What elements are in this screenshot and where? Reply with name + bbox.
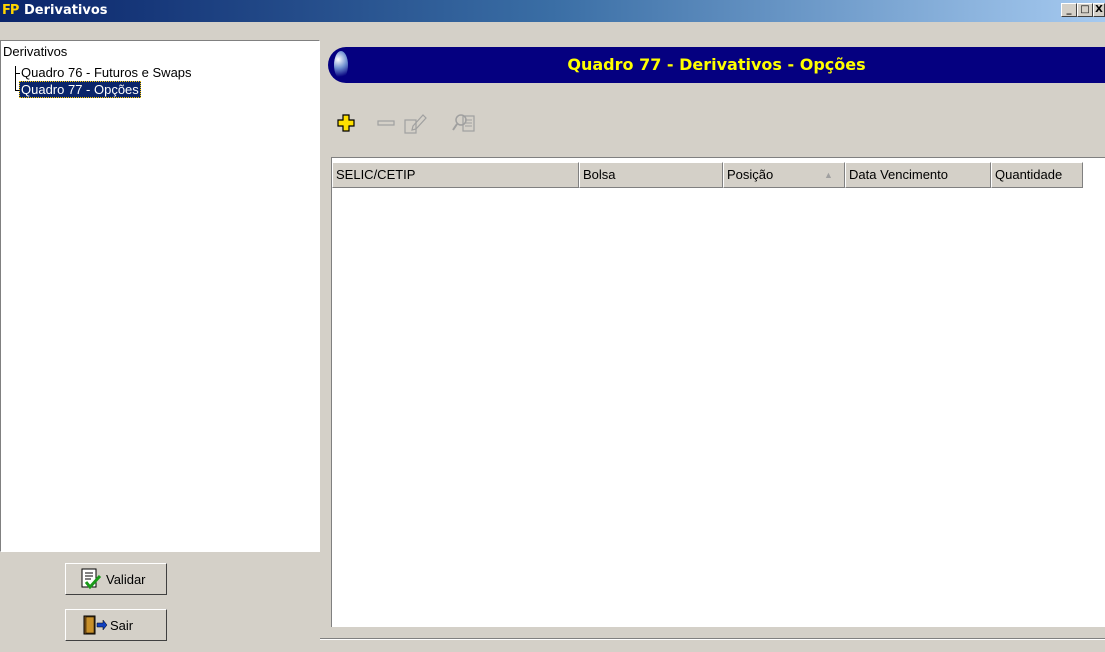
validate-button[interactable]: Validar <box>65 563 167 595</box>
tree-item-quadro-76[interactable]: Quadro 76 - Futuros e Swaps <box>21 65 192 80</box>
close-icon: X <box>1095 4 1103 15</box>
exit-button[interactable]: Sair <box>65 609 167 641</box>
add-icon <box>337 114 355 132</box>
tree-root-derivativos[interactable]: Derivativos <box>3 44 67 59</box>
tree-connector <box>15 73 20 74</box>
section-header: Quadro 77 - Derivativos - Opções <box>328 47 1105 83</box>
column-header-posicao[interactable]: Posição ▲ <box>723 162 845 188</box>
exit-door-icon <box>83 615 108 635</box>
app-logo: FP <box>2 3 19 18</box>
maximize-button[interactable]: □ <box>1077 3 1093 17</box>
sort-asc-icon: ▲ <box>824 170 833 180</box>
validate-icon <box>81 568 102 590</box>
tree-item-quadro-77[interactable]: Quadro 77 - Opções <box>19 81 141 98</box>
column-header-bolsa[interactable]: Bolsa <box>579 162 723 188</box>
tree-panel[interactable]: Derivativos Quadro 76 - Futuros e Swaps … <box>0 40 320 552</box>
add-button[interactable] <box>336 113 356 133</box>
title-bar: FP Derivativos _ □ X <box>0 0 1105 22</box>
remove-icon <box>377 120 395 126</box>
minimize-icon: _ <box>1066 4 1072 15</box>
validate-label: Validar <box>106 572 146 587</box>
tree-connector <box>15 66 16 91</box>
close-button[interactable]: X <box>1093 3 1105 17</box>
column-header-data-vencimento[interactable]: Data Vencimento <box>845 162 991 188</box>
search-button[interactable] <box>451 110 477 136</box>
maximize-icon: □ <box>1080 4 1090 15</box>
remove-button[interactable] <box>376 113 396 133</box>
bottom-divider <box>320 638 1105 640</box>
data-grid[interactable]: SELIC/CETIP Bolsa Posição ▲ Data Vencime… <box>331 157 1105 627</box>
window-title: Derivativos <box>24 3 108 18</box>
exit-label: Sair <box>110 618 134 633</box>
edit-button[interactable] <box>403 111 427 135</box>
minimize-button[interactable]: _ <box>1061 3 1077 17</box>
search-icon <box>452 114 475 132</box>
column-header-quantidade[interactable]: Quantidade <box>991 162 1083 188</box>
column-header-selic-cetip[interactable]: SELIC/CETIP <box>332 162 579 188</box>
section-title: Quadro 77 - Derivativos - Opções <box>567 55 866 74</box>
edit-icon <box>404 114 427 134</box>
